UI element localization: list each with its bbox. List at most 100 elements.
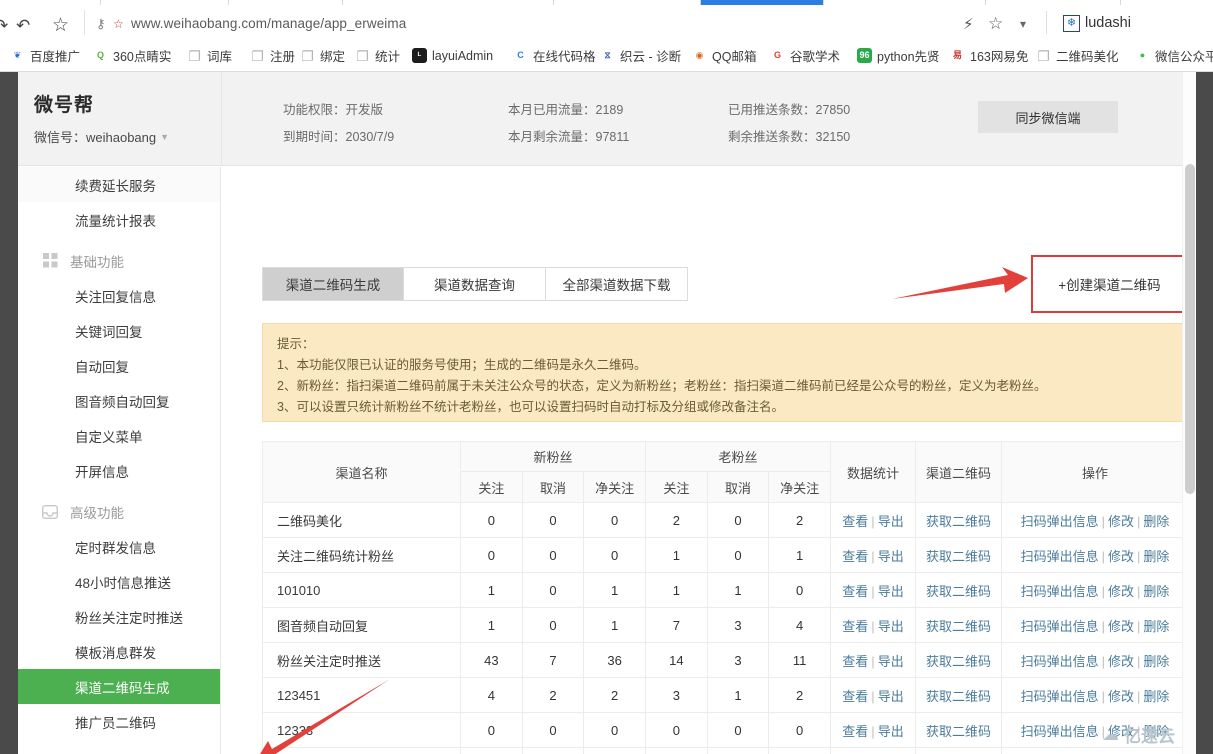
- bookmark-item[interactable]: Q 360点睛实: [93, 46, 171, 65]
- tab-0[interactable]: 渠道二维码生成: [262, 267, 404, 301]
- get-qrcode-link[interactable]: 获取二维码: [926, 654, 991, 669]
- bookmark-item[interactable]: ❦ 百度推广: [10, 46, 80, 65]
- cell-actions: 扫码弹出信息|修改|删除: [1001, 537, 1189, 573]
- sidebar-item-1[interactable]: 流量统计报表: [18, 202, 220, 237]
- bookmark-item[interactable]: ᴸ layuiAdmin: [412, 46, 493, 65]
- shield-icon[interactable]: ⚷: [96, 16, 106, 32]
- cell-actions: 扫码弹出信息|修改|删除: [1001, 677, 1189, 713]
- sidebar-item-5[interactable]: 自动回复: [18, 348, 220, 383]
- sidebar-item-0[interactable]: 续费延长服务: [18, 167, 220, 202]
- scan-popup-link[interactable]: 扫码弹出信息: [1021, 724, 1099, 739]
- meta-column-push: 已用推送条数：27850 剩余推送条数：32150: [728, 97, 850, 151]
- delete-link[interactable]: 删除: [1143, 689, 1169, 704]
- separator: |: [871, 548, 875, 564]
- forward-arrow-icon[interactable]: ↷: [0, 16, 8, 36]
- scan-popup-link[interactable]: 扫码弹出信息: [1021, 514, 1099, 529]
- export-link[interactable]: 导出: [878, 654, 904, 669]
- noscript-icon[interactable]: ☆: [113, 17, 124, 31]
- cell-old-0: 2: [645, 502, 708, 538]
- export-link[interactable]: 导出: [878, 549, 904, 564]
- sidebar-item-12[interactable]: 粉丝关注定时推送: [18, 599, 220, 634]
- wechat-id-dropdown[interactable]: 微信号：weihaobang ▼: [34, 127, 169, 146]
- edit-link[interactable]: 修改: [1108, 514, 1134, 529]
- sidebar-item-11[interactable]: 48小时信息推送: [18, 564, 220, 599]
- edit-link[interactable]: 修改: [1108, 689, 1134, 704]
- edit-link[interactable]: 修改: [1108, 654, 1134, 669]
- bookmark-item[interactable]: ❐ 统计: [355, 46, 400, 65]
- channel-table: 渠道名称 新粉丝 老粉丝 数据统计 渠道二维码 操作 关注 取消 净关注 关注 取消 净关…: [262, 441, 1189, 754]
- edit-link[interactable]: 修改: [1108, 619, 1134, 634]
- bookmark-item[interactable]: ◉ QQ邮箱: [692, 46, 756, 65]
- scan-popup-link[interactable]: 扫码弹出信息: [1021, 654, 1099, 669]
- cell-new-1: 0: [521, 747, 585, 754]
- bookmark-item[interactable]: ● 微信公众平: [1135, 46, 1213, 65]
- cell-channel-name: 123451: [262, 677, 461, 713]
- edit-link[interactable]: 修改: [1108, 549, 1134, 564]
- delete-link[interactable]: 删除: [1143, 514, 1169, 529]
- export-link[interactable]: 导出: [878, 724, 904, 739]
- profile-button[interactable]: ❄ ludashi: [1063, 13, 1131, 33]
- bookmark-star-icon[interactable]: ☆: [52, 14, 69, 37]
- edit-link[interactable]: 修改: [1108, 584, 1134, 599]
- col-qrcode: 渠道二维码: [915, 441, 1002, 503]
- bookmark-star-icon[interactable]: ☆: [988, 14, 1003, 34]
- export-link[interactable]: 导出: [878, 689, 904, 704]
- scan-popup-link[interactable]: 扫码弹出信息: [1021, 689, 1099, 704]
- view-link[interactable]: 查看: [842, 724, 868, 739]
- bookmark-item[interactable]: ❐ 绑定: [300, 46, 345, 65]
- sidebar-item-10[interactable]: 定时群发信息: [18, 529, 220, 564]
- cell-old-2: 0: [768, 747, 831, 754]
- delete-link[interactable]: 删除: [1143, 549, 1169, 564]
- export-link[interactable]: 导出: [878, 619, 904, 634]
- sidebar-item-13[interactable]: 模板消息群发: [18, 634, 220, 669]
- cell-new-1: 2: [521, 677, 585, 713]
- bookmark-item[interactable]: ❐ 二维码美化: [1036, 46, 1119, 65]
- get-qrcode-link[interactable]: 获取二维码: [926, 514, 991, 529]
- delete-link[interactable]: 删除: [1143, 619, 1169, 634]
- bookmark-item[interactable]: 96 python先贤: [857, 46, 940, 65]
- view-link[interactable]: 查看: [842, 654, 868, 669]
- scan-popup-link[interactable]: 扫码弹出信息: [1021, 619, 1099, 634]
- get-qrcode-link[interactable]: 获取二维码: [926, 689, 991, 704]
- get-qrcode-link[interactable]: 获取二维码: [926, 724, 991, 739]
- sidebar-item-6[interactable]: 图音频自动回复: [18, 383, 220, 418]
- export-link[interactable]: 导出: [878, 514, 904, 529]
- sidebar-item-7[interactable]: 自定义菜单: [18, 418, 220, 453]
- cell-new-2: 1: [583, 572, 646, 608]
- delete-link[interactable]: 删除: [1143, 654, 1169, 669]
- delete-link[interactable]: 删除: [1143, 584, 1169, 599]
- view-link[interactable]: 查看: [842, 584, 868, 599]
- scan-popup-link[interactable]: 扫码弹出信息: [1021, 549, 1099, 564]
- tab-1[interactable]: 渠道数据查询: [404, 267, 546, 301]
- bookmark-item[interactable]: C 在线代码格: [513, 46, 596, 65]
- view-link[interactable]: 查看: [842, 689, 868, 704]
- export-link[interactable]: 导出: [878, 584, 904, 599]
- create-channel-qrcode-button[interactable]: +创建渠道二维码: [1031, 255, 1188, 313]
- bookmark-item[interactable]: ❐ 词库: [187, 46, 232, 65]
- sidebar-item-14[interactable]: 渠道二维码生成: [18, 669, 220, 704]
- bookmark-item[interactable]: 易 163网易免: [950, 46, 1028, 65]
- get-qrcode-link[interactable]: 获取二维码: [926, 584, 991, 599]
- sidebar-item-3[interactable]: 关注回复信息: [18, 278, 220, 313]
- vertical-scrollbar[interactable]: [1182, 72, 1196, 754]
- tab-2[interactable]: 全部渠道数据下载: [546, 267, 688, 301]
- sidebar-item-4[interactable]: 关键词回复: [18, 313, 220, 348]
- bookmark-item[interactable]: ❐ 注册: [250, 46, 295, 65]
- view-link[interactable]: 查看: [842, 549, 868, 564]
- chevron-down-icon[interactable]: ▾: [1020, 17, 1026, 31]
- bookmark-item[interactable]: ⧖ 织云 - 诊断: [600, 46, 681, 65]
- scan-popup-link[interactable]: 扫码弹出信息: [1021, 584, 1099, 599]
- view-link[interactable]: 查看: [842, 514, 868, 529]
- lightning-icon[interactable]: ⚡: [963, 15, 974, 33]
- view-link[interactable]: 查看: [842, 619, 868, 634]
- sync-wechat-button[interactable]: 同步微信端: [978, 101, 1118, 133]
- bookmark-item[interactable]: G 谷歌学术: [770, 46, 840, 65]
- back-arrow-icon[interactable]: ↶: [16, 16, 30, 36]
- sidebar-item-8[interactable]: 开屏信息: [18, 453, 220, 488]
- scrollbar-thumb[interactable]: [1185, 164, 1195, 494]
- get-qrcode-link[interactable]: 获取二维码: [926, 549, 991, 564]
- cell-new-1: 0: [521, 712, 585, 748]
- sidebar-item-15[interactable]: 推广员二维码: [18, 704, 220, 739]
- get-qrcode-link[interactable]: 获取二维码: [926, 619, 991, 634]
- table-head: 渠道名称 新粉丝 老粉丝 数据统计 渠道二维码 操作 关注 取消 净关注 关注 取消 净关…: [262, 441, 1189, 503]
